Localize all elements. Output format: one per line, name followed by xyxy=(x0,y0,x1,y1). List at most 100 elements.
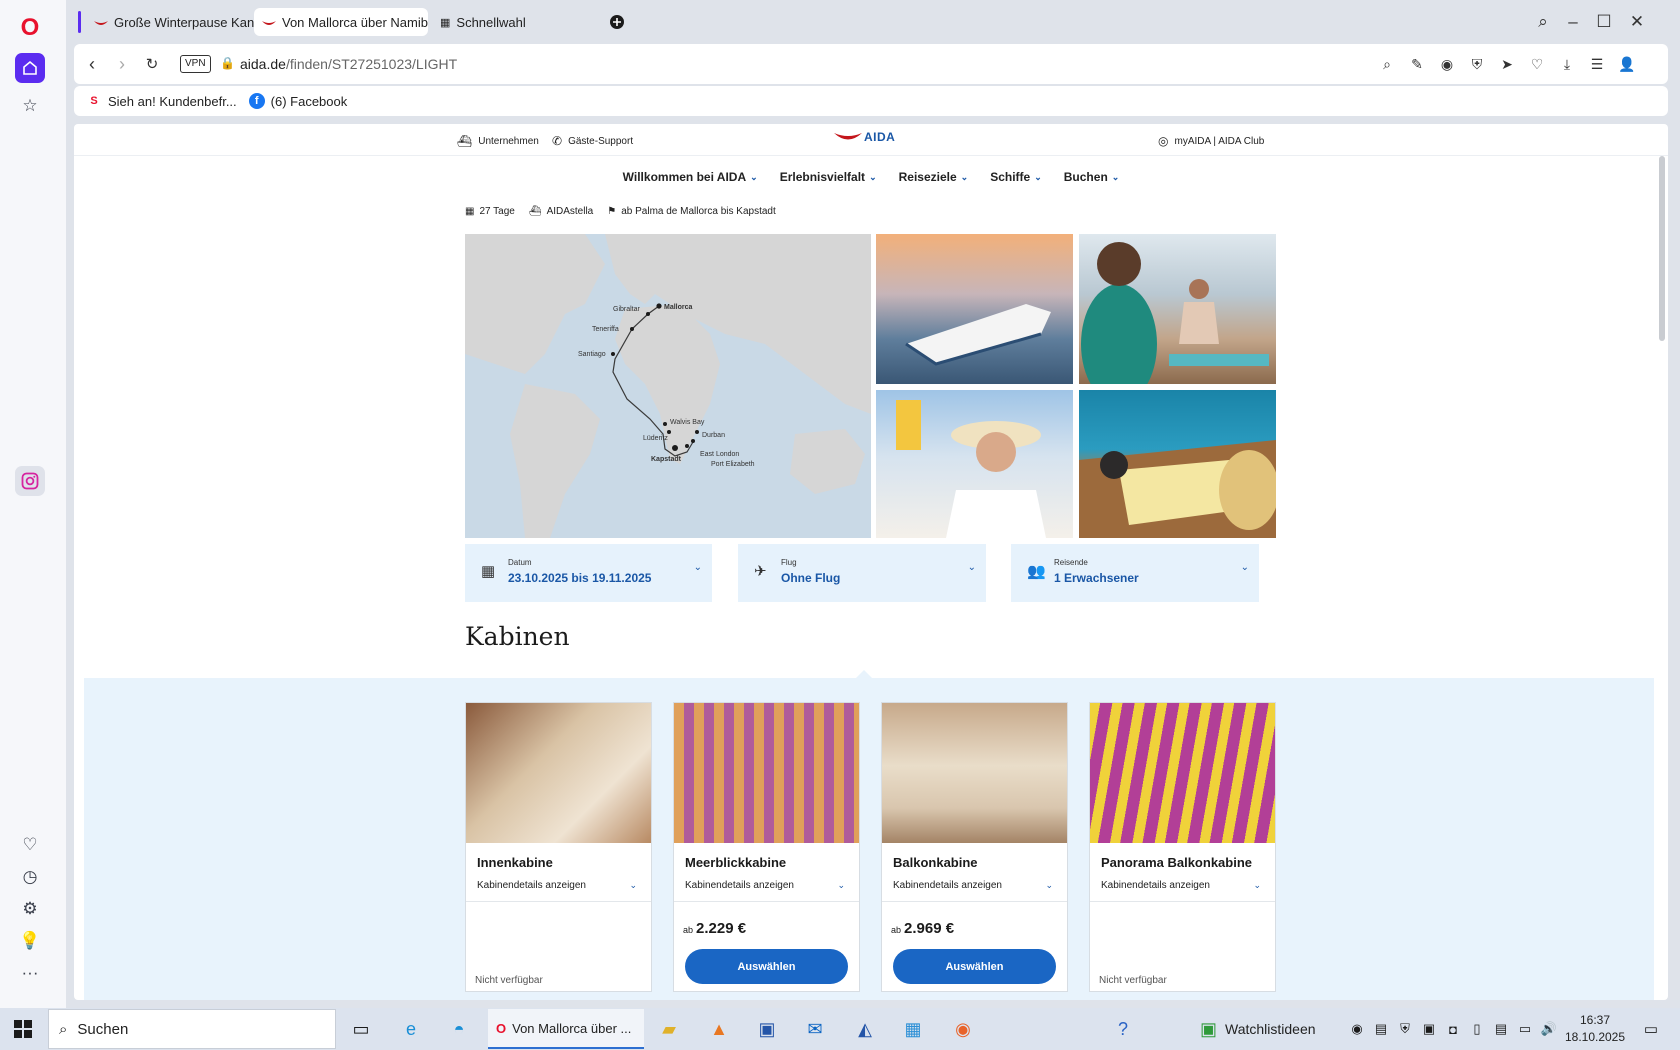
notifications-icon[interactable]: ▭ xyxy=(1638,1016,1664,1042)
nav-buchen[interactable]: Buchen ⌄ xyxy=(1064,164,1120,190)
select-cabin-button[interactable]: Auswählen xyxy=(893,949,1056,984)
cabin-details-toggle[interactable]: Kabinendetails anzeigen xyxy=(1101,880,1210,891)
forward-icon[interactable]: › xyxy=(108,50,136,78)
tray-icon[interactable]: ▣ xyxy=(1416,1016,1442,1042)
support-link[interactable]: ✆ Gäste-Support xyxy=(552,134,633,148)
outlook-icon[interactable]: ✉ xyxy=(802,1016,828,1042)
nav-willkommen[interactable]: Willkommen bei AIDA ⌄ xyxy=(623,164,758,190)
adblock-icon[interactable]: ⛨ xyxy=(1466,53,1488,75)
reload-icon[interactable]: ↻ xyxy=(138,50,166,78)
taskbar-clock[interactable]: 16:37 18.10.2025 xyxy=(1560,1012,1630,1046)
file-explorer-icon[interactable]: ▰ xyxy=(656,1016,682,1042)
main-nav: Willkommen bei AIDA ⌄ Erlebnisvielfalt ⌄ R… xyxy=(74,164,1668,190)
download-icon[interactable]: ⤓ xyxy=(1556,53,1578,75)
bookmarks-bar: S Sieh an! Kundenbefr... f (6) Facebook xyxy=(74,86,1668,116)
chevron-down-icon[interactable]: ⌄ xyxy=(1253,880,1261,891)
route-map[interactable]: Mallorca Gibraltar Teneriffa Santiago Wa… xyxy=(465,234,871,538)
new-tab-button[interactable] xyxy=(602,9,632,35)
trip-ship: AIDAstella xyxy=(546,206,594,217)
home-icon[interactable] xyxy=(15,53,45,83)
nav-reiseziele[interactable]: Reiseziele ⌄ xyxy=(899,164,969,190)
tab-mallorca[interactable]: Von Mallorca über Namib xyxy=(254,8,428,36)
norton-icon[interactable]: ◉ xyxy=(1344,1016,1370,1042)
cabin-photo[interactable] xyxy=(1090,703,1275,843)
send-icon[interactable]: ➤ xyxy=(1496,53,1518,75)
bookmark-facebook[interactable]: f (6) Facebook xyxy=(248,93,347,109)
tray-icon[interactable]: ▤ xyxy=(1488,1016,1514,1042)
minimize-icon[interactable]: – xyxy=(1558,9,1588,35)
deck-towel-photo[interactable] xyxy=(1079,390,1276,538)
cabin-details-toggle[interactable]: Kabinendetails anzeigen xyxy=(685,880,794,891)
share-icon[interactable]: ✎ xyxy=(1406,53,1428,75)
chevron-down-icon[interactable]: ⌄ xyxy=(837,880,845,891)
back-icon[interactable]: ‹ xyxy=(78,50,106,78)
more-icon[interactable]: ··· xyxy=(15,958,45,988)
tray-icon[interactable]: ◘ xyxy=(1440,1016,1466,1042)
task-view-icon[interactable]: ▭ xyxy=(348,1016,374,1042)
vpn-badge[interactable]: VPN xyxy=(180,55,211,73)
url-field[interactable]: aida.de/finden/ST27251023/LIGHT xyxy=(240,56,457,72)
nav-erlebnisvielfalt[interactable]: Erlebnisvielfalt ⌄ xyxy=(780,164,877,190)
company-link[interactable]: ⛴ Unternehmen xyxy=(457,134,539,148)
windows-start-icon[interactable] xyxy=(10,1016,36,1042)
lightbulb-icon[interactable]: 💡 xyxy=(15,926,45,956)
cruise-ship-photo[interactable] xyxy=(876,234,1073,384)
taskbar-watchlist-app[interactable]: ▣ Watchlistideen xyxy=(1200,1009,1345,1049)
cabin-photo[interactable] xyxy=(882,703,1067,843)
account-link[interactable]: ◎ myAIDA | AIDA Club xyxy=(1158,134,1264,148)
travellers-select[interactable]: 👥 Reisende 1 Erwachsener ⌄ xyxy=(1011,544,1259,602)
woman-hat-photo[interactable] xyxy=(876,390,1073,538)
section-notch xyxy=(854,670,874,680)
heart-icon[interactable]: ♡ xyxy=(1526,53,1548,75)
tab-winterpause[interactable]: Große Winterpause Kanar xyxy=(86,8,254,36)
easy-setup-icon[interactable]: ☰ xyxy=(1586,53,1608,75)
heart-icon[interactable]: ♡ xyxy=(15,830,45,860)
yoga-photo[interactable] xyxy=(1079,234,1276,384)
aida-logo[interactable]: AIDA xyxy=(834,130,895,144)
search-tabs-icon[interactable]: ⌕ xyxy=(1528,9,1558,35)
tab-schnellwahl[interactable]: ▦ Schnellwahl xyxy=(432,8,552,36)
opera-icon: O xyxy=(496,1020,507,1036)
bookmark-sieh-an[interactable]: S Sieh an! Kundenbefr... xyxy=(86,93,236,109)
cabin-details-toggle[interactable]: Kabinendetails anzeigen xyxy=(893,880,1002,891)
date-select[interactable]: ▦ Datum 23.10.2025 bis 19.11.2025 ⌄ xyxy=(465,544,712,602)
page-search-icon[interactable]: ⌕ xyxy=(1376,53,1398,75)
camera-icon[interactable]: ◉ xyxy=(1436,53,1458,75)
usb-icon[interactable]: ▯ xyxy=(1464,1016,1490,1042)
cabin-details-toggle[interactable]: Kabinendetails anzeigen xyxy=(477,880,586,891)
star-icon[interactable]: ☆ xyxy=(15,91,45,121)
nav-schiffe[interactable]: Schiffe ⌄ xyxy=(990,164,1042,190)
help-icon[interactable]: ? xyxy=(1110,1016,1136,1042)
taskbar-opera-app[interactable]: O Von Mallorca über ... xyxy=(488,1009,644,1049)
grid-icon: ▦ xyxy=(440,16,451,29)
app-icon[interactable]: ◭ xyxy=(852,1016,878,1042)
trip-route: ab Palma de Mallorca bis Kapstadt xyxy=(621,206,776,217)
opera-logo-icon[interactable]: O xyxy=(15,13,45,43)
network-icon[interactable]: ▭ xyxy=(1512,1016,1538,1042)
store-icon[interactable]: ▣ xyxy=(754,1016,780,1042)
account-icon[interactable]: 👤 xyxy=(1616,53,1638,75)
calculator-icon[interactable]: ▦ xyxy=(900,1016,926,1042)
cabin-photo[interactable] xyxy=(466,703,651,843)
defender-icon[interactable]: ⛨ xyxy=(1392,1016,1418,1042)
maximize-icon[interactable]: ☐ xyxy=(1589,9,1619,35)
settings-icon[interactable]: ⚙ xyxy=(15,894,45,924)
cabins-section xyxy=(84,678,1654,1000)
history-icon[interactable]: ◷ xyxy=(15,862,45,892)
lock-icon[interactable]: 🔒 xyxy=(220,56,235,70)
scrollbar-thumb[interactable] xyxy=(1659,156,1665,341)
select-cabin-button[interactable]: Auswählen xyxy=(685,949,848,984)
close-icon[interactable]: ✕ xyxy=(1622,9,1652,35)
instagram-icon[interactable] xyxy=(15,466,45,496)
vlc-icon[interactable]: ▲ xyxy=(706,1016,732,1042)
chevron-down-icon[interactable]: ⌄ xyxy=(629,880,637,891)
volume-icon[interactable]: 🔊 xyxy=(1536,1016,1562,1042)
taskbar-search-input[interactable]: ⌕ Suchen xyxy=(48,1009,336,1049)
firefox-icon[interactable]: ◉ xyxy=(950,1016,976,1042)
chevron-down-icon[interactable]: ⌄ xyxy=(1045,880,1053,891)
flight-select[interactable]: ✈ Flug Ohne Flug ⌄ xyxy=(738,544,986,602)
cabin-photo[interactable] xyxy=(674,703,859,843)
edge-icon[interactable]: ◓ xyxy=(446,1016,472,1042)
tray-icon[interactable]: ▤ xyxy=(1368,1016,1394,1042)
internet-explorer-icon[interactable]: e xyxy=(398,1016,424,1042)
